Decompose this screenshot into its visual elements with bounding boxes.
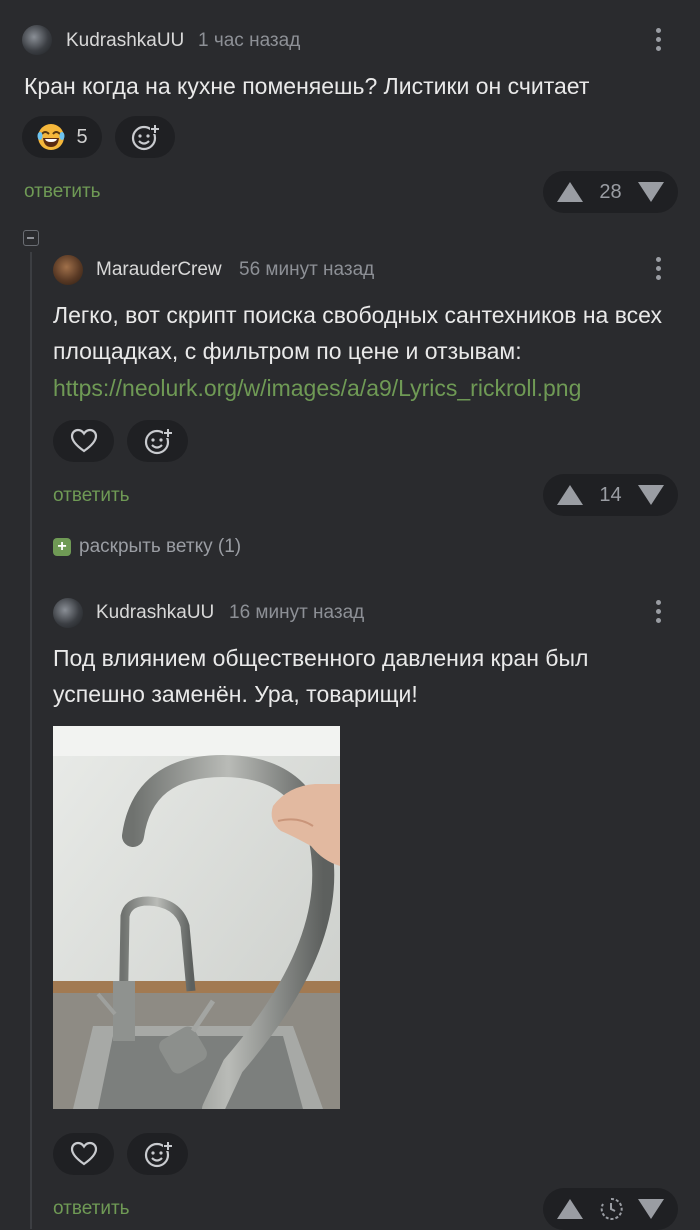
add-reaction-icon — [144, 1141, 173, 1168]
comment-time: 1 час назад — [198, 30, 301, 51]
laugh-emoji-icon — [37, 124, 65, 150]
comment-time: 56 минут назад — [239, 259, 375, 280]
vote-count: 14 — [599, 483, 622, 506]
downvote-icon[interactable] — [638, 182, 664, 202]
reply-link[interactable]: ответить — [53, 1198, 130, 1220]
collapse-icon[interactable] — [23, 230, 39, 246]
comment-time: 16 минут назад — [229, 602, 365, 623]
comment-text: Кран когда на кухне поменяешь? Листики о… — [24, 73, 590, 99]
add-reaction-button[interactable] — [127, 1133, 188, 1175]
downvote-icon[interactable] — [638, 1199, 664, 1219]
upvote-icon[interactable] — [557, 182, 583, 202]
reaction-button[interactable]: 5 — [22, 116, 102, 158]
comment-author[interactable]: KudrashkaUU — [66, 30, 184, 52]
reaction-count: 5 — [76, 125, 88, 148]
avatar[interactable] — [53, 255, 83, 285]
comment-author[interactable]: MarauderCrew — [96, 259, 222, 281]
comment-author[interactable]: KudrashkaUU — [96, 602, 214, 624]
heart-icon — [70, 1141, 97, 1166]
reply-link[interactable]: ответить — [53, 485, 130, 507]
expand-icon: + — [53, 538, 71, 556]
avatar[interactable] — [22, 25, 52, 55]
vote-widget — [543, 1188, 678, 1230]
upvote-icon[interactable] — [557, 485, 583, 505]
heart-icon — [70, 428, 97, 453]
downvote-icon[interactable] — [638, 485, 664, 505]
dots-menu-icon[interactable] — [655, 257, 661, 280]
dots-menu-icon[interactable] — [655, 600, 661, 623]
reply-link[interactable]: ответить — [24, 181, 101, 203]
timer-icon — [600, 1197, 623, 1220]
expand-thread-button[interactable]: + раскрыть ветку (1) — [53, 536, 241, 558]
like-button[interactable] — [53, 1133, 114, 1175]
add-reaction-icon — [131, 124, 160, 151]
comment-photo[interactable] — [53, 726, 340, 1109]
add-reaction-button[interactable] — [127, 420, 188, 462]
vote-widget: 28 — [543, 171, 678, 213]
vote-count: 28 — [599, 180, 622, 203]
add-reaction-button[interactable] — [115, 116, 175, 158]
dots-menu-icon[interactable] — [655, 28, 661, 51]
thread-line[interactable] — [30, 252, 32, 1229]
upvote-icon[interactable] — [557, 1199, 583, 1219]
vote-widget: 14 — [543, 474, 678, 516]
like-button[interactable] — [53, 420, 114, 462]
add-reaction-icon — [144, 428, 173, 455]
comment-link[interactable]: https://neolurk.org/w/images/a/a9/Lyrics… — [53, 370, 581, 406]
comment-text: Под влиянием общественного давления кран… — [53, 645, 589, 707]
expand-thread-label: раскрыть ветку (1) — [79, 536, 242, 557]
comment-text: Легко, вот скрипт поиска свободных санте… — [53, 302, 662, 364]
avatar[interactable] — [53, 598, 83, 628]
